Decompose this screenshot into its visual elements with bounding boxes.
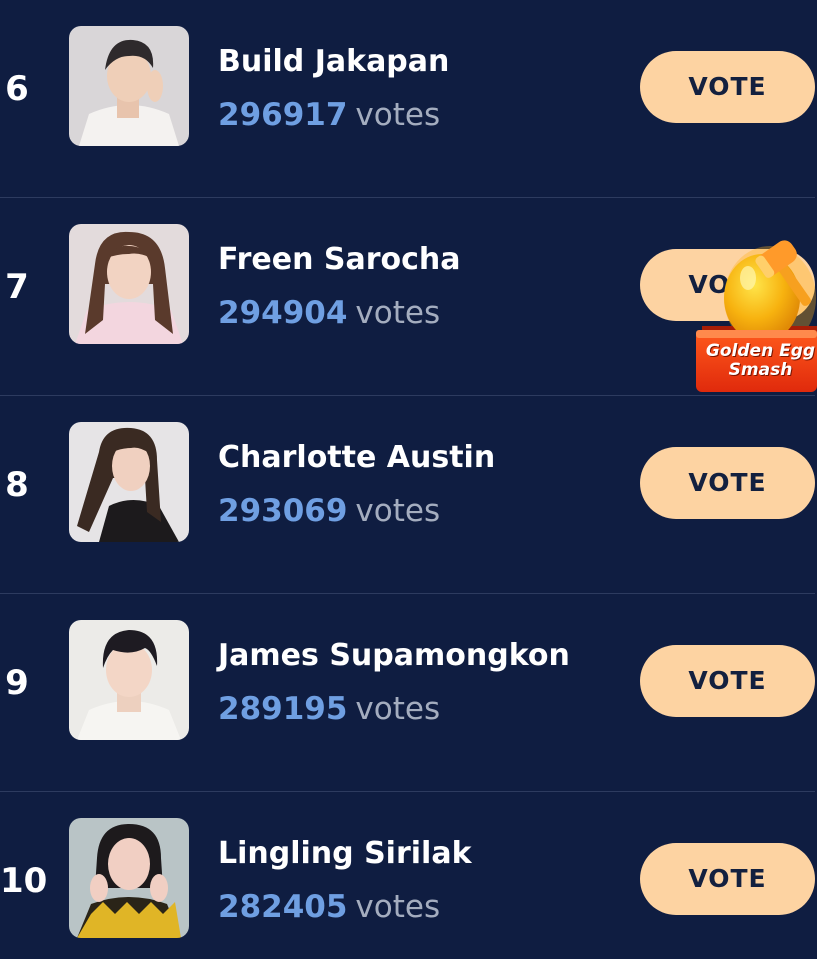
rank-number: 7 [5, 267, 29, 307]
vote-button[interactable]: VOTE [640, 51, 815, 123]
avatar-photo-icon [69, 26, 189, 146]
vote-unit-label: votes [355, 691, 441, 727]
entrant-name: Build Jakapan [218, 44, 450, 79]
avatar[interactable] [69, 620, 189, 740]
vote-count: 294904 [218, 295, 348, 331]
avatar-photo-icon [69, 620, 189, 740]
entrant-name: Lingling Sirilak [218, 836, 472, 871]
entrant-name: Charlotte Austin [218, 440, 496, 475]
promo-label-line1: Golden Egg [705, 341, 816, 361]
avatar[interactable] [69, 26, 189, 146]
leaderboard-list: 6 Build Jakapan 296917 votes VOTE 7 Free… [0, 0, 817, 959]
vote-tally: 296917 votes [218, 96, 440, 134]
golden-egg-smash-widget[interactable]: Golden Egg Smash [692, 238, 817, 394]
vote-tally: 289195 votes [218, 690, 440, 728]
avatar-photo-icon [69, 422, 189, 542]
rank-number: 10 [0, 861, 48, 901]
leaderboard-row: 9 James Supamongkon 289195 votes VOTE [0, 594, 817, 792]
avatar[interactable] [69, 422, 189, 542]
avatar[interactable] [69, 818, 189, 938]
vote-tally: 293069 votes [218, 492, 440, 530]
vote-unit-label: votes [355, 97, 441, 133]
vote-count: 293069 [218, 493, 348, 529]
rank-number: 6 [5, 69, 29, 109]
promo-label: Golden Egg Smash [698, 342, 817, 380]
avatar-photo-icon [69, 818, 189, 938]
leaderboard-row: 8 Charlotte Austin 293069 votes VOTE [0, 396, 817, 594]
leaderboard-row: 10 Lingling Sirilak 282405 votes VOTE [0, 792, 817, 959]
leaderboard-row: 6 Build Jakapan 296917 votes VOTE [0, 0, 817, 198]
rank-number: 8 [5, 465, 29, 505]
avatar-photo-icon [69, 224, 189, 344]
vote-unit-label: votes [355, 493, 441, 529]
promo-label-line2: Smash [728, 360, 793, 380]
vote-button[interactable]: VOTE [640, 645, 815, 717]
vote-count: 289195 [218, 691, 348, 727]
vote-count: 282405 [218, 889, 348, 925]
entrant-name: James Supamongkon [218, 638, 570, 673]
entrant-name: Freen Sarocha [218, 242, 461, 277]
vote-button[interactable]: VOTE [640, 843, 815, 915]
rank-number: 9 [5, 663, 29, 703]
vote-tally: 294904 votes [218, 294, 440, 332]
vote-tally: 282405 votes [218, 888, 440, 926]
vote-button[interactable]: VOTE [640, 447, 815, 519]
vote-unit-label: votes [355, 889, 441, 925]
avatar[interactable] [69, 224, 189, 344]
vote-unit-label: votes [355, 295, 441, 331]
vote-count: 296917 [218, 97, 348, 133]
